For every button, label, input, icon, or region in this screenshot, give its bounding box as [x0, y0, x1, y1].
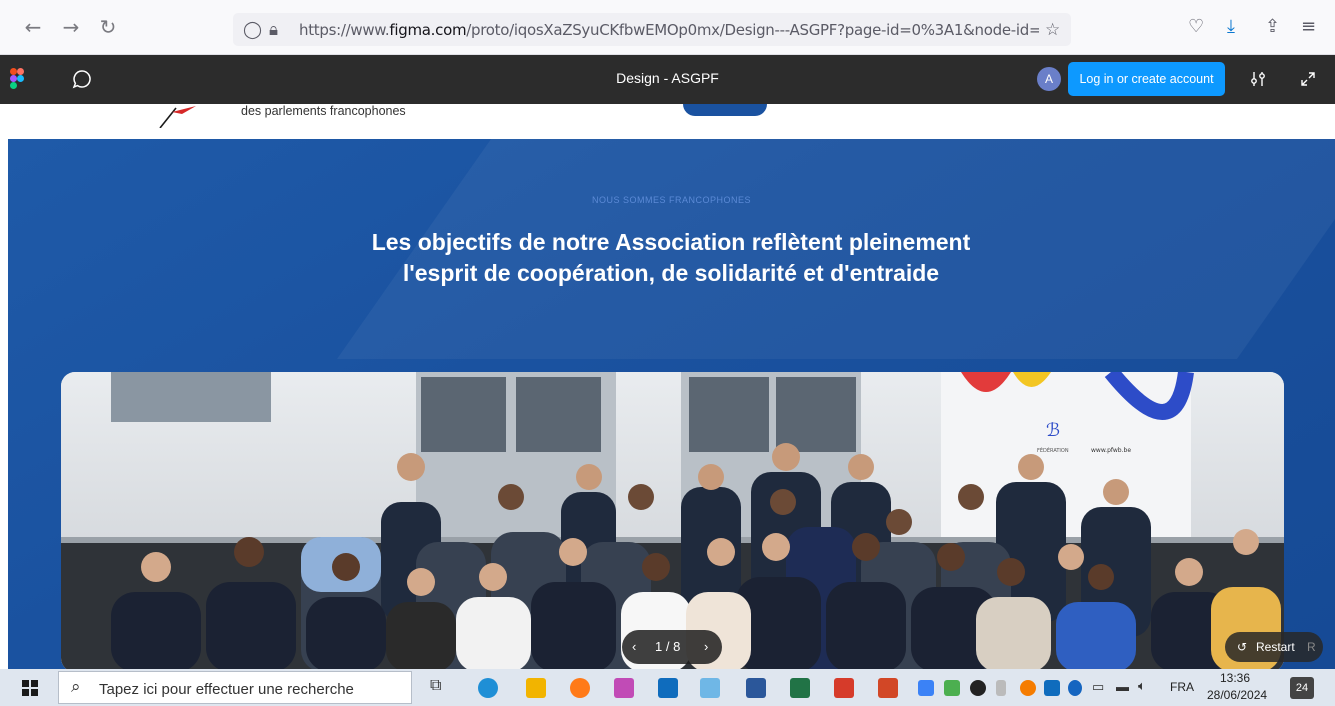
acrobat-icon[interactable] [834, 678, 854, 698]
pager-count: 1 / 8 [655, 639, 681, 654]
task-view-icon[interactable]: ⧉ [430, 677, 441, 695]
shield-icon[interactable]: ◯ [243, 20, 262, 40]
header-cta-button[interactable] [683, 104, 767, 116]
asgpf-logo-icon [159, 106, 196, 128]
address-bar[interactable]: ◯ 🔒︎ https://www.figma.com/proto/iqosXaZ… [233, 13, 1071, 46]
restart-label: Restart [1256, 640, 1295, 654]
svg-text:ℬ: ℬ [1046, 420, 1060, 441]
download-icon[interactable]: ⤓ [1227, 16, 1235, 37]
expand-icon[interactable] [1300, 71, 1316, 87]
group-photo-illustration: ℬ FÉDÉRATION www.pfwb.be [61, 372, 1284, 669]
browser-toolbar: ← → ↻ ◯ 🔒︎ https://www.figma.com/proto/i… [0, 0, 1335, 55]
clock-date[interactable]: 28/06/2024 [1207, 688, 1267, 702]
language-indicator[interactable]: FRA [1170, 680, 1194, 694]
app-icon[interactable] [700, 678, 720, 698]
tray-app-icon[interactable] [944, 680, 960, 696]
battery-icon[interactable]: ▬ [1116, 679, 1129, 694]
next-slide-icon[interactable]: › [704, 639, 708, 654]
figma-toolbar: Design - ASGPF A Log in or create accoun… [0, 55, 1335, 104]
tray-app-icon[interactable] [918, 680, 934, 696]
avatar[interactable]: A [1037, 67, 1061, 91]
excel-icon[interactable] [790, 678, 810, 698]
tray-app-icon[interactable] [970, 680, 986, 696]
site-subtitle: des parlements francophones [241, 104, 406, 118]
back-arrow-icon[interactable]: ← [22, 16, 44, 38]
restart-icon: ↺ [1237, 640, 1248, 654]
reload-icon[interactable]: ↻ [97, 16, 119, 38]
restart-shortcut: R [1307, 640, 1316, 654]
site-header: des parlements francophones [0, 104, 1335, 137]
banner-url-text: www.pfwb.be [1091, 447, 1131, 454]
share-icon[interactable]: ⇪ [1265, 16, 1280, 37]
lock-icon[interactable]: 🔒︎ [269, 20, 278, 40]
firefox-icon[interactable] [570, 678, 590, 698]
tray-app-icon[interactable] [1020, 680, 1036, 696]
usb-icon[interactable] [996, 680, 1006, 696]
word-icon[interactable] [746, 678, 766, 698]
bluetooth-icon[interactable] [1068, 680, 1082, 696]
file-explorer-icon[interactable] [526, 678, 546, 698]
forward-arrow-icon[interactable]: → [60, 16, 82, 38]
clock-time[interactable]: 13:36 [1220, 671, 1250, 685]
restart-button[interactable]: ↺ Restart R [1225, 632, 1323, 662]
pocket-icon[interactable]: ♡ [1188, 16, 1204, 37]
bookmark-star-icon[interactable]: ☆ [1045, 20, 1060, 40]
powerpoint-icon[interactable] [878, 678, 898, 698]
search-placeholder: Tapez ici pour effectuer une recherche [99, 681, 354, 698]
menu-icon[interactable]: ≡ [1301, 16, 1316, 37]
url-text[interactable]: https://www.figma.com/proto/iqosXaZSyuCK… [299, 21, 1039, 39]
volume-icon[interactable]: 🔈︎ [1138, 679, 1146, 694]
group-photo: ℬ FÉDÉRATION www.pfwb.be [61, 372, 1284, 669]
windows-taskbar: ⌕ Tapez ici pour effectuer une recherche… [0, 669, 1335, 706]
windows-start-icon[interactable] [22, 680, 38, 696]
hero-eyebrow: NOUS SOMMES FRANCOPHONES [591, 195, 751, 205]
network-icon[interactable]: ▭ [1092, 679, 1104, 695]
login-button[interactable]: Log in or create account [1068, 62, 1225, 96]
prototype-canvas: des parlements francophones NOUS SOMMES … [0, 104, 1335, 669]
outlook-icon[interactable] [658, 678, 678, 698]
hero-headline: Les objectifs de notre Association reflè… [371, 229, 971, 286]
edge-icon[interactable] [478, 678, 498, 698]
hero-section: NOUS SOMMES FRANCOPHONES Les objectifs d… [8, 139, 1335, 669]
slide-pager: ‹ 1 / 8 › [622, 630, 722, 664]
outlook-tray-icon[interactable] [1044, 680, 1060, 696]
banner-org-text: FÉDÉRATION [1037, 446, 1069, 454]
prev-slide-icon[interactable]: ‹ [632, 639, 636, 654]
settings-sliders-icon[interactable] [1250, 70, 1266, 88]
search-icon: ⌕ [71, 677, 81, 697]
notification-badge[interactable]: 24 [1290, 677, 1314, 699]
taskbar-search-input[interactable]: ⌕ Tapez ici pour effectuer une recherche [58, 671, 412, 704]
paint-icon[interactable] [614, 678, 634, 698]
